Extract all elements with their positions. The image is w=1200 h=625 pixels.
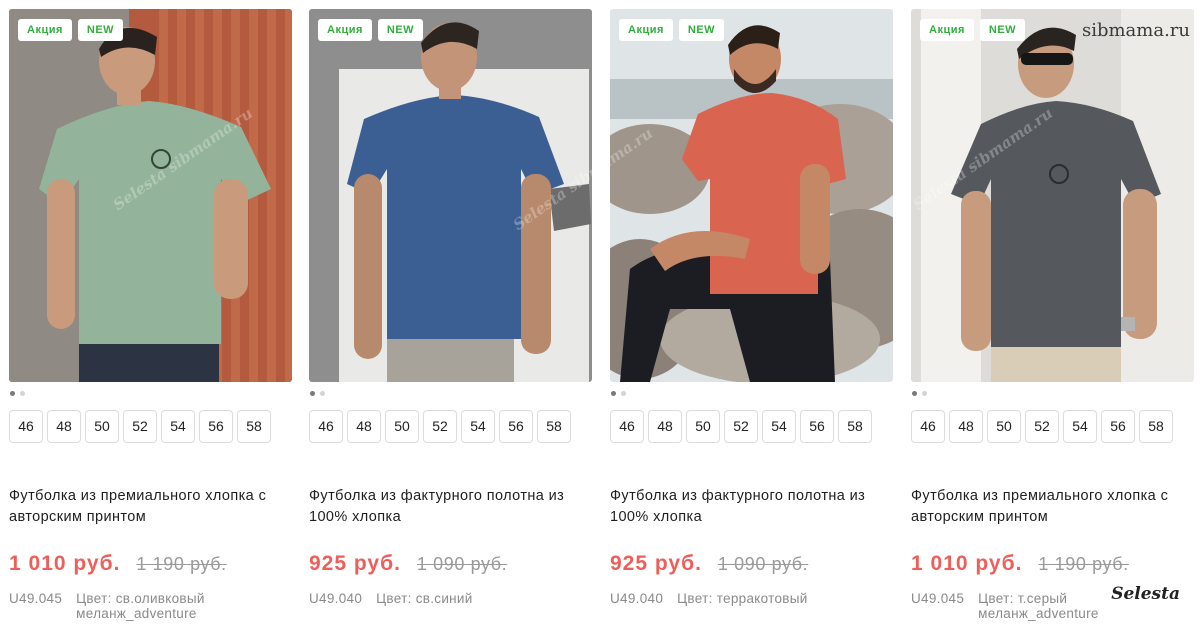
size-option[interactable]: 50 [385, 410, 419, 443]
carousel-dot[interactable] [20, 391, 25, 396]
current-price: 1 010 руб. [911, 552, 1023, 575]
old-price: 1 090 руб. [717, 554, 809, 574]
image-carousel-dots [912, 391, 927, 396]
product-color: Цвет: св.оливковый меланж_adventure [76, 591, 205, 621]
product-sku: U49.045 [911, 591, 965, 606]
size-option[interactable]: 58 [838, 410, 872, 443]
size-option[interactable]: 52 [1025, 410, 1059, 443]
product-photo[interactable]: Акция NEW [610, 9, 893, 382]
size-option[interactable]: 52 [123, 410, 157, 443]
product-title[interactable]: Футболка из премиального хлопка с авторс… [9, 486, 292, 528]
size-option[interactable]: 46 [610, 410, 644, 443]
size-option[interactable]: 50 [85, 410, 119, 443]
size-selector: 46 48 50 52 54 56 58 [309, 410, 571, 443]
new-badge: NEW [979, 19, 1026, 41]
product-image [309, 9, 592, 382]
size-option[interactable]: 50 [686, 410, 720, 443]
price-block: 925 руб. 1 090 руб. [309, 552, 507, 576]
product-title[interactable]: Футболка из фактурного полотна из 100% х… [309, 486, 592, 528]
new-badge: NEW [678, 19, 725, 41]
size-option[interactable]: 52 [423, 410, 457, 443]
product-image [9, 9, 292, 382]
current-price: 925 руб. [309, 552, 401, 575]
size-selector: 46 48 50 52 54 56 58 [610, 410, 872, 443]
brand-watermark: Selesta [1111, 584, 1180, 604]
size-option[interactable]: 58 [537, 410, 571, 443]
site-watermark: sibmama.ru [1081, 20, 1190, 41]
size-option[interactable]: 46 [9, 410, 43, 443]
product-photo[interactable]: Акция NEW [911, 9, 1194, 382]
current-price: 1 010 руб. [9, 552, 121, 575]
size-option[interactable]: 48 [949, 410, 983, 443]
carousel-dot[interactable] [320, 391, 325, 396]
product-sku: U49.040 [309, 591, 363, 606]
promo-badge: Акция [920, 19, 974, 41]
size-option[interactable]: 56 [499, 410, 533, 443]
image-carousel-dots [310, 391, 325, 396]
promo-badge: Акция [619, 19, 673, 41]
size-option[interactable]: 48 [347, 410, 381, 443]
size-option[interactable]: 54 [762, 410, 796, 443]
product-meta: U49.040 Цвет: св.синий [309, 591, 473, 606]
promo-badge: Акция [318, 19, 372, 41]
size-option[interactable]: 46 [911, 410, 945, 443]
size-option[interactable]: 52 [724, 410, 758, 443]
product-sku: U49.045 [9, 591, 63, 606]
product-meta: U49.040 Цвет: терракотовый [610, 591, 808, 606]
product-image [610, 9, 893, 382]
product-card[interactable]: Акция NEW 46 48 50 52 54 56 58 Футболка … [610, 9, 893, 625]
size-selector: 46 48 50 52 54 56 58 [9, 410, 271, 443]
product-card[interactable]: Акция NEW 46 48 50 52 54 56 58 Футболка … [911, 9, 1194, 625]
product-photo[interactable]: Акция NEW [309, 9, 592, 382]
product-grid: Акция NEW 46 48 50 52 54 56 58 Футболка … [9, 9, 1194, 625]
product-card[interactable]: Акция NEW 46 48 50 52 54 56 58 Футболка … [309, 9, 592, 625]
product-sku: U49.040 [610, 591, 664, 606]
carousel-dot[interactable] [621, 391, 626, 396]
image-carousel-dots [10, 391, 25, 396]
carousel-dot-active[interactable] [912, 391, 917, 396]
price-block: 1 010 руб. 1 190 руб. [911, 552, 1129, 576]
price-block: 925 руб. 1 090 руб. [610, 552, 808, 576]
product-color: Цвет: терракотовый [677, 591, 808, 606]
old-price: 1 090 руб. [416, 554, 508, 574]
product-meta: U49.045 Цвет: св.оливковый меланж_advent… [9, 591, 266, 621]
carousel-dot-active[interactable] [310, 391, 315, 396]
product-card[interactable]: Акция NEW 46 48 50 52 54 56 58 Футболка … [9, 9, 292, 625]
size-option[interactable]: 54 [1063, 410, 1097, 443]
size-option[interactable]: 48 [648, 410, 682, 443]
size-option[interactable]: 54 [161, 410, 195, 443]
size-option[interactable]: 56 [800, 410, 834, 443]
new-badge: NEW [377, 19, 424, 41]
image-carousel-dots [611, 391, 626, 396]
product-title[interactable]: Футболка из премиального хлопка с авторс… [911, 486, 1194, 528]
size-option[interactable]: 58 [1139, 410, 1173, 443]
carousel-dot[interactable] [922, 391, 927, 396]
product-title[interactable]: Футболка из фактурного полотна из 100% х… [610, 486, 893, 528]
size-option[interactable]: 46 [309, 410, 343, 443]
price-block: 1 010 руб. 1 190 руб. [9, 552, 227, 576]
product-photo[interactable]: Акция NEW [9, 9, 292, 382]
size-option[interactable]: 58 [237, 410, 271, 443]
size-option[interactable]: 50 [987, 410, 1021, 443]
product-color: Цвет: св.синий [376, 591, 473, 606]
product-image [911, 9, 1194, 382]
promo-badge: Акция [18, 19, 72, 41]
size-option[interactable]: 56 [1101, 410, 1135, 443]
carousel-dot-active[interactable] [10, 391, 15, 396]
size-selector: 46 48 50 52 54 56 58 [911, 410, 1173, 443]
old-price: 1 190 руб. [1038, 554, 1129, 574]
current-price: 925 руб. [610, 552, 702, 575]
new-badge: NEW [77, 19, 124, 41]
old-price: 1 190 руб. [136, 554, 227, 574]
size-option[interactable]: 48 [47, 410, 81, 443]
carousel-dot-active[interactable] [611, 391, 616, 396]
size-option[interactable]: 54 [461, 410, 495, 443]
size-option[interactable]: 56 [199, 410, 233, 443]
